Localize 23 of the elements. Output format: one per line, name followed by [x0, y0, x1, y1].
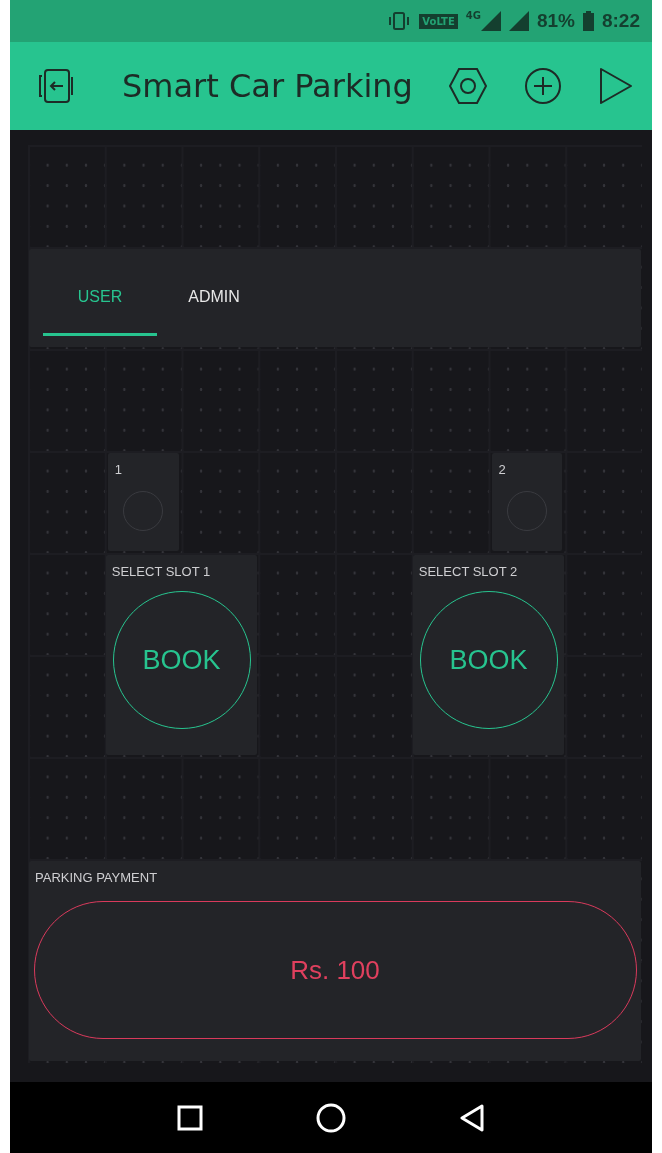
- add-icon[interactable]: [524, 67, 562, 105]
- volte-badge: VoLTE: [419, 13, 458, 29]
- back-icon[interactable]: [459, 1103, 486, 1132]
- signal-icon: [508, 11, 529, 31]
- signal-icon: [480, 11, 501, 31]
- clock: 8:22: [601, 10, 640, 32]
- recent-apps-icon[interactable]: [176, 1104, 203, 1131]
- tab[interactable]: USER: [43, 282, 157, 336]
- home-icon[interactable]: [316, 1102, 346, 1133]
- vibrate-icon: [387, 12, 412, 30]
- settings-icon[interactable]: [448, 66, 488, 106]
- battery-percent: 81%: [536, 10, 575, 32]
- button-label: SELECT SLOT 1: [110, 563, 211, 579]
- button-label: SELECT SLOT 2: [417, 563, 518, 579]
- led-label: 2: [497, 461, 506, 477]
- battery-icon: [582, 11, 594, 31]
- tab[interactable]: ADMIN: [157, 282, 271, 336]
- payment-label: PARKING PAYMENT: [34, 869, 158, 885]
- led-label: 1: [113, 461, 122, 477]
- exit-icon[interactable]: [36, 66, 76, 106]
- app-title: Smart Car Parking: [122, 67, 413, 105]
- network-type: 4G: [465, 10, 481, 21]
- play-icon[interactable]: [598, 66, 634, 106]
